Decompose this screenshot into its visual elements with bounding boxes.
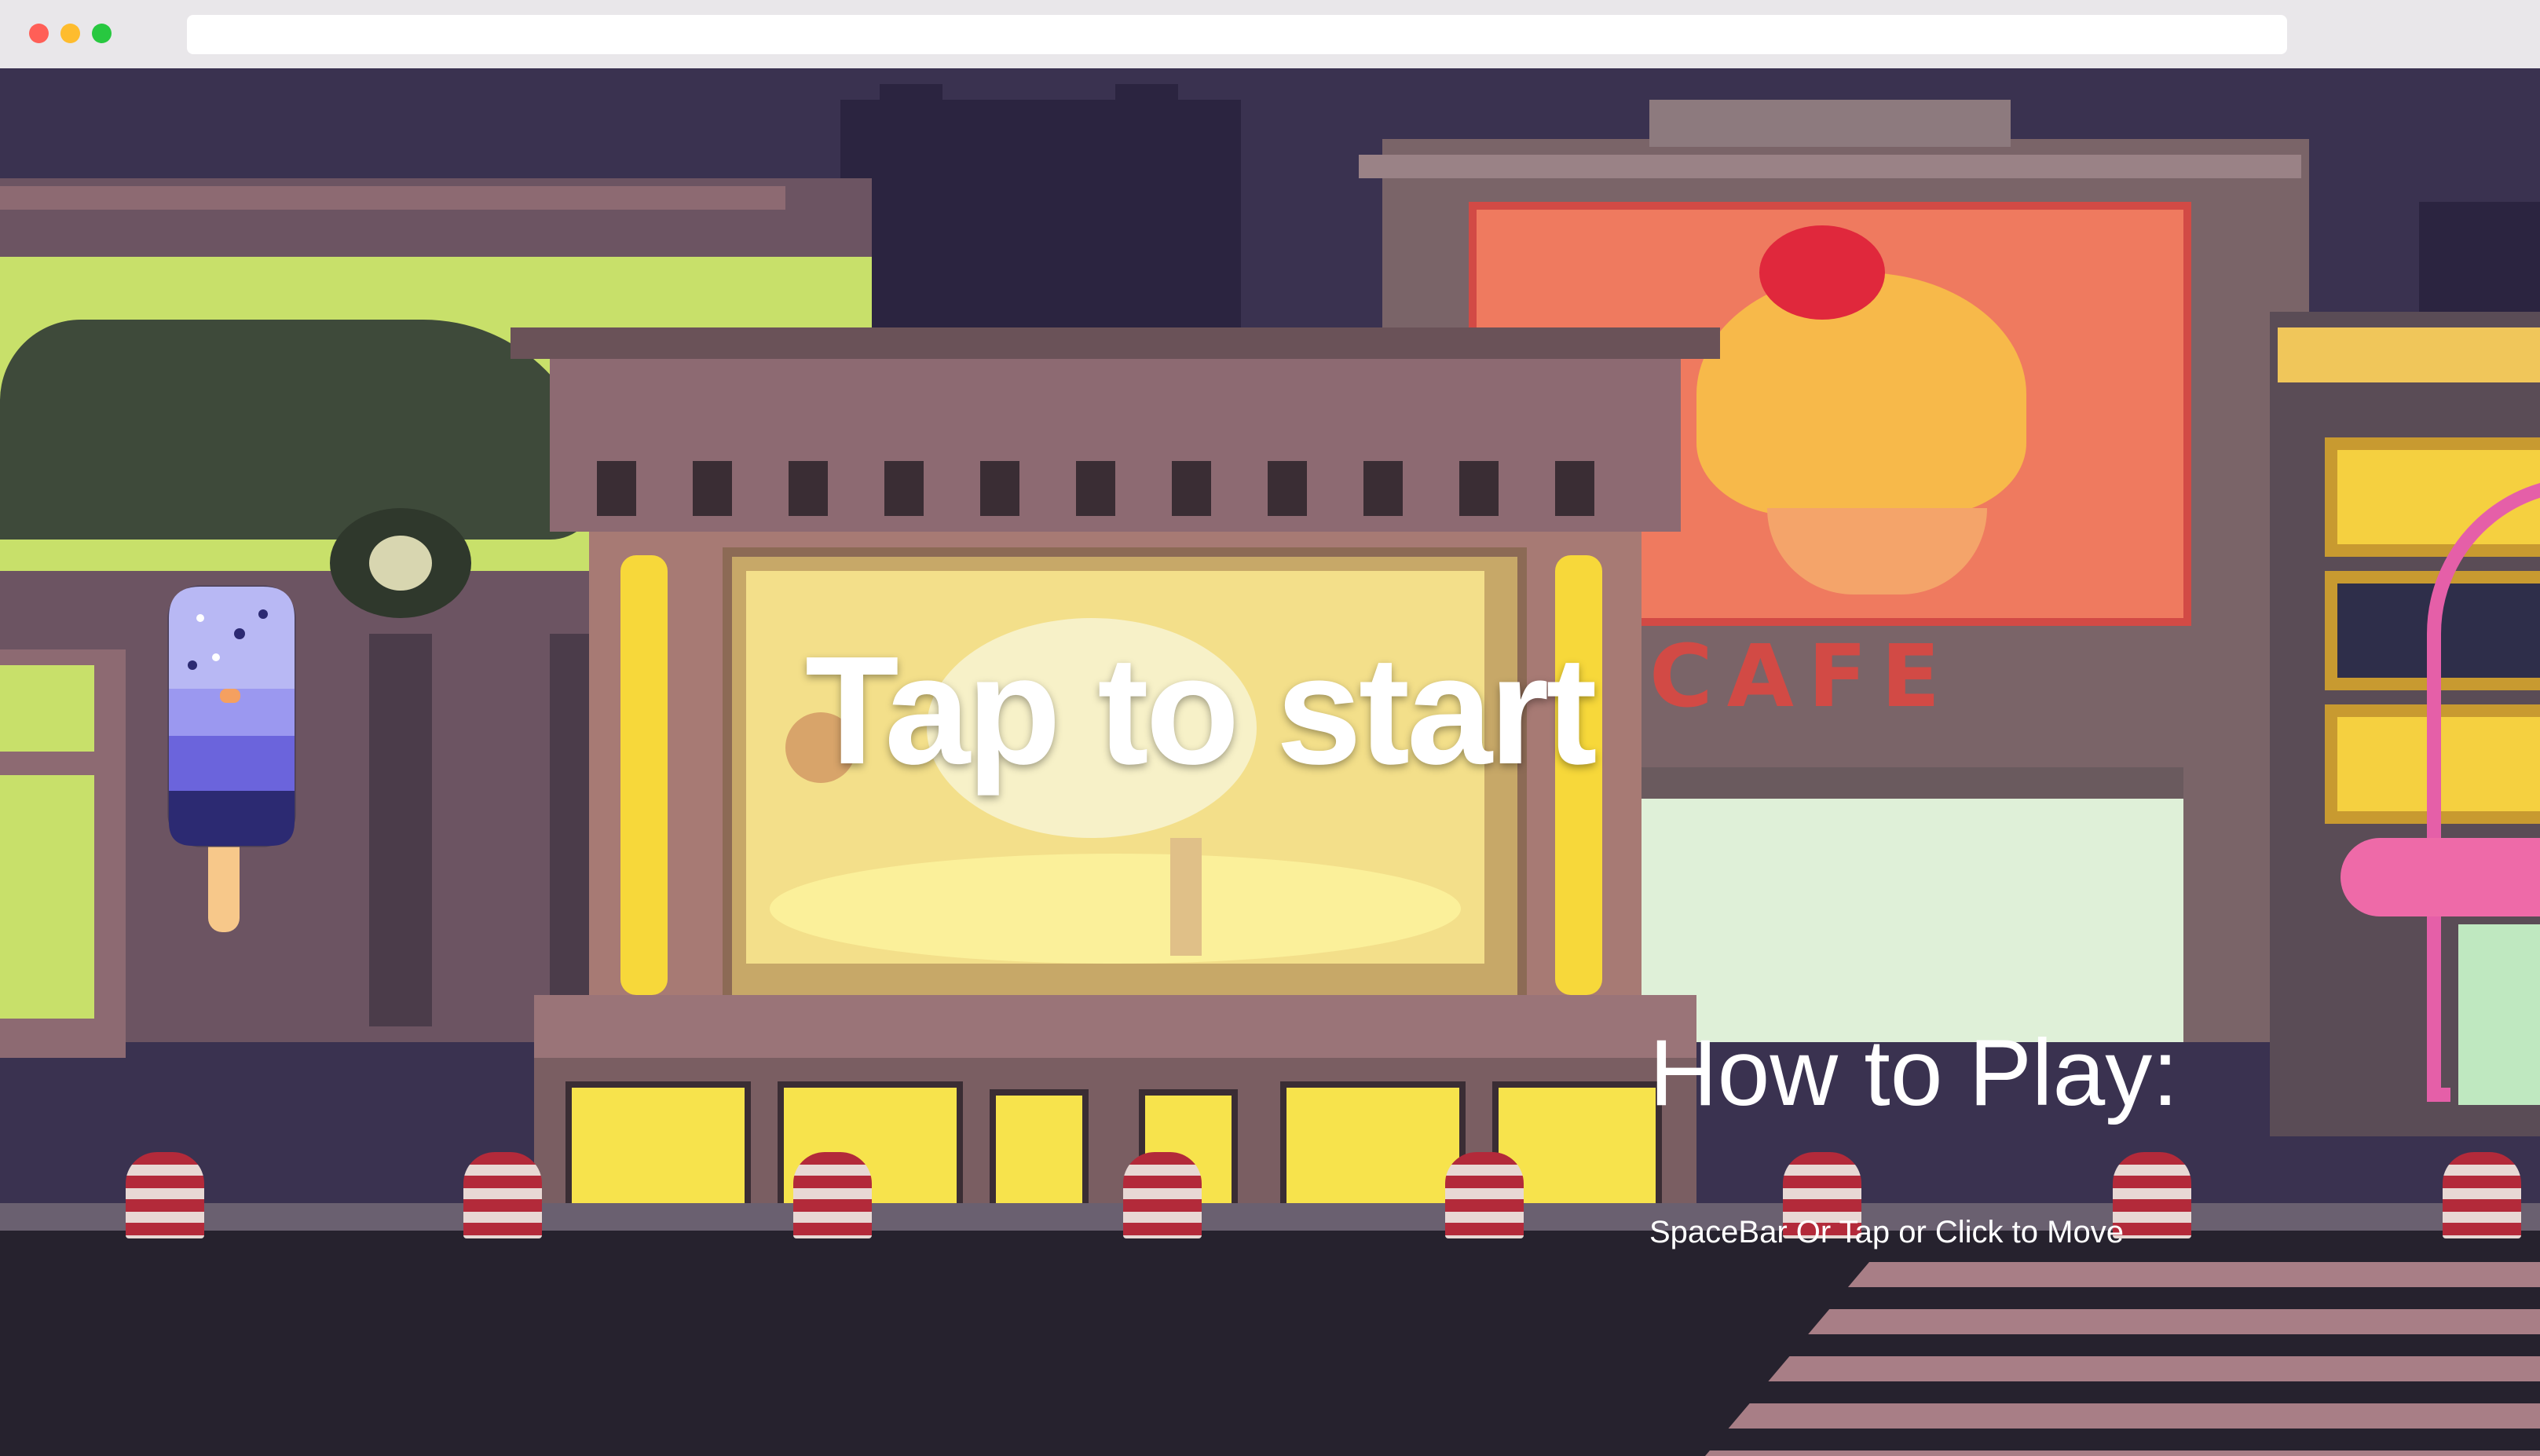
cafe-awning <box>1618 767 2183 799</box>
browser-toolbar <box>0 0 2540 69</box>
bollard <box>463 1152 542 1238</box>
tap-to-start-prompt[interactable]: Tap to start <box>805 622 1598 799</box>
bollard <box>2113 1152 2191 1238</box>
left-building-pillar <box>369 634 432 1026</box>
spotlight-floor <box>770 854 1461 964</box>
minimize-window-button[interactable] <box>60 24 80 43</box>
left-window <box>0 775 94 1019</box>
close-window-button[interactable] <box>29 24 49 43</box>
background-building-top <box>880 84 942 115</box>
popsicle-character-icon[interactable] <box>145 571 326 948</box>
address-bar[interactable] <box>187 15 2287 54</box>
theatre-frieze <box>597 461 1634 516</box>
how-to-play-title: How to Play: <box>1649 1020 2179 1125</box>
left-window <box>0 665 94 752</box>
cafe-roof-vent <box>1649 100 2011 147</box>
car-silhouette <box>0 320 597 540</box>
bollard <box>126 1152 204 1238</box>
bollard <box>2443 1152 2521 1238</box>
left-building-roof <box>0 186 785 210</box>
game-canvas[interactable]: CAFE Tap to start How to Play: SpaceBar … <box>0 68 2540 1456</box>
background-building-top <box>1115 84 1178 115</box>
marquee-light-pillar <box>620 555 668 995</box>
bollard <box>1123 1152 1202 1238</box>
how-to-play-instruction: SpaceBar Or Tap or Click to Move <box>1649 1215 2124 1249</box>
car-hubcap <box>369 536 432 591</box>
cafe-roof-ledge <box>1359 155 2301 178</box>
right-tower-rail <box>2278 327 2540 382</box>
strawberry-illustration <box>1759 225 1885 320</box>
neon-shop-sign <box>2341 838 2540 916</box>
theatre-roof <box>511 327 1720 359</box>
cafe-sign-text: CAFE <box>1649 626 1955 726</box>
bollard <box>1445 1152 1524 1238</box>
dancer-leg <box>1170 838 1202 956</box>
bollard <box>793 1152 872 1238</box>
maximize-window-button[interactable] <box>92 24 112 43</box>
